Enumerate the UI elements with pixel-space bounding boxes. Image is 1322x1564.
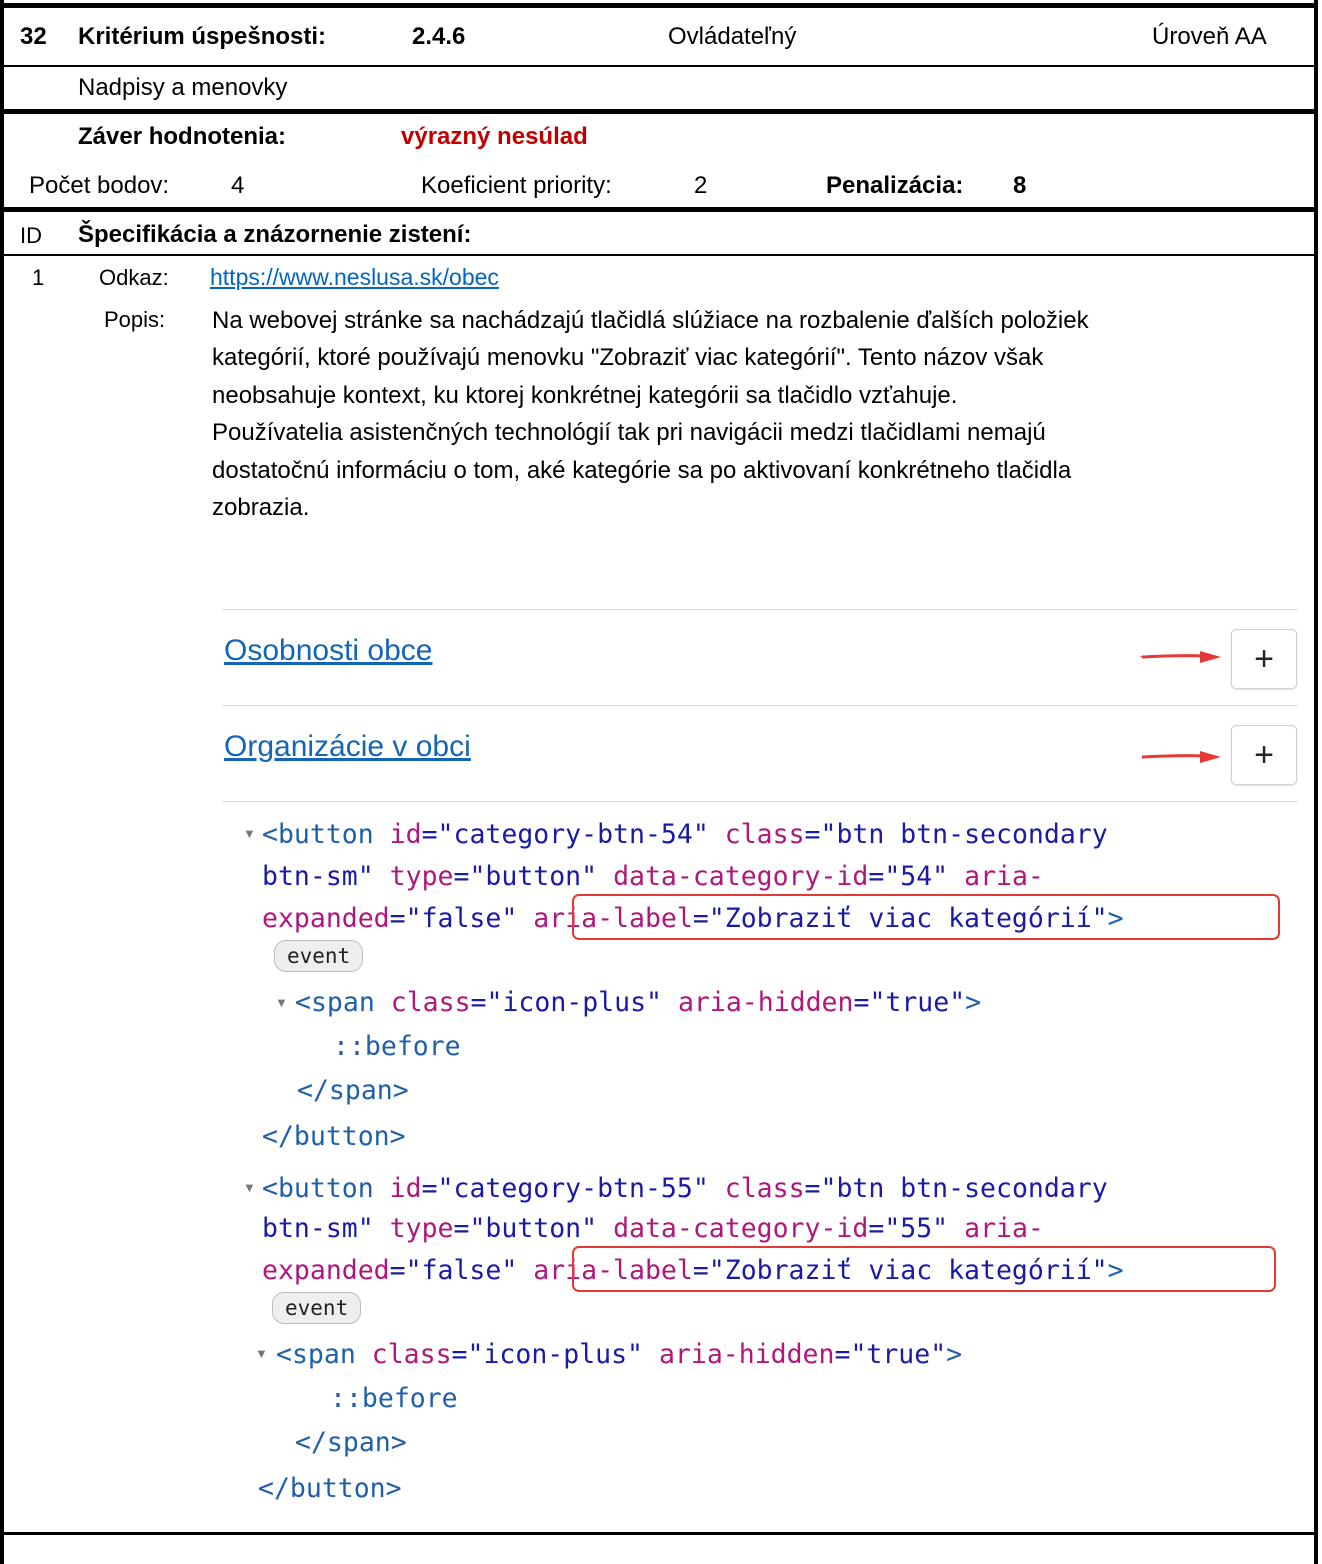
code-line-button-open: <button id="category-btn-54" class="btn … — [262, 819, 1108, 850]
screenshot-separator — [222, 801, 1298, 802]
description-label: Popis: — [104, 307, 166, 332]
event-badge[interactable]: event — [272, 1292, 362, 1324]
code-line-button-open: <button id="category-btn-55" class="btn … — [262, 1173, 1108, 1204]
row-divider-bottom — [0, 1532, 1318, 1535]
priority-value: 2 — [694, 172, 708, 199]
red-arrow-icon — [1140, 651, 1221, 663]
link-label: Odkaz: — [99, 265, 169, 290]
frame-right-border — [1314, 0, 1318, 1564]
red-arrow-icon — [1141, 751, 1221, 763]
description-line: kategórií, ktoré používajú menovku "Zobr… — [212, 344, 1044, 372]
collapse-triangle-icon[interactable]: ▼ — [243, 1180, 256, 1195]
expand-category-button-54[interactable]: + — [1231, 629, 1297, 689]
priority-label: Koeficient priority: — [421, 172, 612, 199]
collapse-triangle-icon[interactable]: ▼ — [243, 826, 256, 841]
highlight-box-aria-label — [572, 894, 1280, 940]
code-line-button-attrs: btn-sm" type="button" data-category-id="… — [262, 861, 1044, 892]
finding-link[interactable]: https://www.neslusa.sk/obec — [210, 264, 499, 290]
code-line-button-close: </button> — [258, 1473, 402, 1504]
principle: Ovládateľný — [668, 23, 797, 50]
screenshot-separator — [222, 609, 1298, 610]
category-link-osobnosti[interactable]: Osobnosti obce — [224, 634, 432, 669]
code-line-button-attrs: btn-sm" type="button" data-category-id="… — [262, 1213, 1044, 1244]
criterion-name: Nadpisy a menovky — [78, 74, 288, 101]
row-divider-top — [0, 3, 1318, 8]
findings-title: Špecifikácia a znázornenie zistení: — [78, 221, 472, 248]
plus-icon: + — [1254, 640, 1274, 678]
screenshot-separator — [222, 705, 1298, 706]
plus-icon: + — [1254, 736, 1274, 774]
conformance-level: Úroveň AA — [1152, 23, 1267, 50]
code-line-span-close: </span> — [297, 1075, 409, 1106]
row-divider-2 — [0, 109, 1318, 114]
code-line-span-open: <span class="icon-plus" aria-hidden="tru… — [276, 1339, 963, 1370]
criterion-code: 2.4.6 — [412, 23, 466, 50]
criterion-label: Kritérium úspešnosti: — [78, 23, 327, 50]
row-divider-4 — [0, 254, 1318, 256]
row-divider-3 — [0, 207, 1318, 212]
finding-description: Na webovej stránke sa nachádzajú tlačidl… — [212, 302, 1302, 526]
code-line-span-open: <span class="icon-plus" aria-hidden="tru… — [295, 987, 982, 1018]
expand-category-button-55[interactable]: + — [1231, 725, 1297, 785]
description-line: zobrazia. — [212, 494, 310, 522]
description-line: Používatelia asistenčných technológií ta… — [212, 419, 1046, 447]
penalty-label: Penalizácia: — [826, 172, 964, 199]
code-line-span-close: </span> — [295, 1427, 407, 1458]
collapse-triangle-icon[interactable]: ▼ — [275, 995, 288, 1010]
code-line-before: ::before — [333, 1031, 461, 1062]
description-line: Na webovej stránke sa nachádzajú tlačidl… — [212, 307, 1089, 334]
criterion-number: 32 — [20, 23, 47, 50]
category-link-organizacie[interactable]: Organizácie v obci — [224, 730, 471, 765]
conclusion-value: výrazný nesúlad — [401, 123, 588, 150]
penalty-value: 8 — [1013, 172, 1027, 199]
points-value: 4 — [231, 172, 245, 199]
row-divider-1 — [0, 65, 1318, 67]
code-line-before: ::before — [330, 1383, 458, 1414]
description-line: dostatočnú informáciu o tom, aké kategór… — [212, 456, 1072, 484]
id-column-header: ID — [20, 223, 42, 248]
event-badge[interactable]: event — [274, 940, 364, 972]
code-line-button-close: </button> — [262, 1121, 406, 1152]
frame-left-border — [0, 0, 4, 1564]
conclusion-label: Záver hodnotenia: — [78, 123, 287, 150]
collapse-triangle-icon[interactable]: ▼ — [255, 1346, 268, 1361]
points-label: Počet bodov: — [29, 172, 170, 199]
finding-id: 1 — [32, 265, 45, 290]
description-line: neobsahuje kontext, ku ktorej konkrétnej… — [212, 381, 958, 409]
highlight-box-aria-label — [572, 1246, 1276, 1292]
